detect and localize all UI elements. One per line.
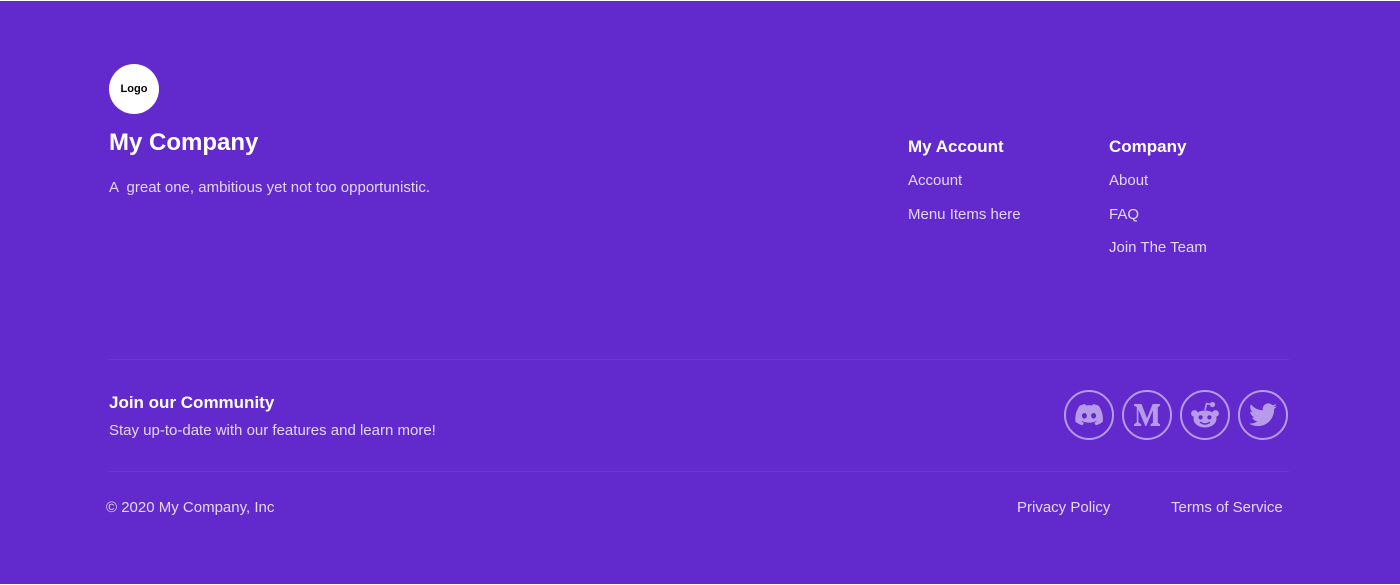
logo-text: Logo — [120, 83, 148, 95]
community-title: Join our Community — [109, 393, 275, 412]
footer-nav-my-account: My Account Account Menu Items here — [908, 137, 1021, 239]
site-footer: Logo My Company A great one, ambitious y… — [0, 1, 1400, 584]
community-subtitle: Stay up-to-date with our features and le… — [109, 422, 436, 439]
discord-icon — [1075, 404, 1103, 426]
nav-link-account[interactable]: Account — [908, 171, 1021, 191]
nav-link-menu-items[interactable]: Menu Items here — [908, 205, 1021, 225]
nav-heading-company: Company — [1109, 137, 1187, 156]
privacy-policy-link[interactable]: Privacy Policy — [1017, 499, 1110, 516]
footer-nav-company: Company About FAQ Join The Team — [1109, 137, 1207, 272]
twitter-icon — [1249, 403, 1277, 427]
reddit-icon — [1190, 401, 1220, 429]
footer-divider-top — [109, 359, 1289, 360]
medium-button[interactable] — [1122, 390, 1172, 440]
discord-button[interactable] — [1064, 390, 1114, 440]
nav-link-about[interactable]: About — [1109, 171, 1207, 191]
reddit-button[interactable] — [1180, 390, 1230, 440]
footer-divider-bottom — [109, 471, 1289, 472]
nav-heading-my-account: My Account — [908, 137, 1004, 156]
company-tagline: A great one, ambitious yet not too oppor… — [109, 179, 431, 196]
nav-link-join-the-team[interactable]: Join The Team — [1109, 238, 1207, 258]
copyright-text: © 2020 My Company, Inc — [106, 499, 275, 516]
company-logo[interactable]: Logo — [109, 64, 159, 114]
medium-icon — [1133, 403, 1161, 427]
nav-link-faq[interactable]: FAQ — [1109, 205, 1207, 225]
terms-of-service-link[interactable]: Terms of Service — [1171, 499, 1283, 516]
social-links — [1064, 390, 1288, 440]
twitter-button[interactable] — [1238, 390, 1288, 440]
company-name: My Company — [109, 129, 259, 156]
